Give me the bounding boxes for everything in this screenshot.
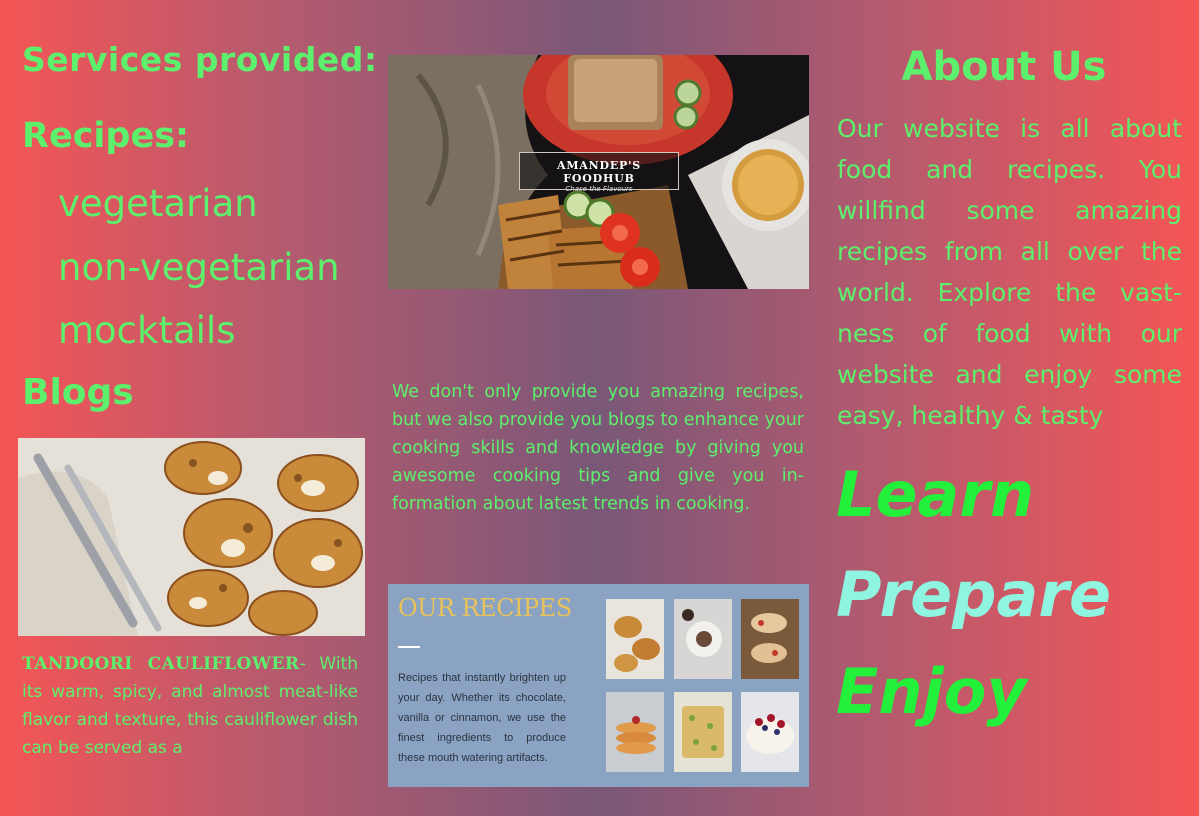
recipe-category-vegetarian: vegetarian bbox=[58, 182, 258, 225]
foodhub-hero-image: AMANDEP'S FOODHUB Chase the Flavours bbox=[388, 55, 809, 289]
our-recipes-banner: OUR RECIPES Recipes that instantly brigh… bbox=[388, 584, 809, 787]
blog-post-title: TANDOORI CAULIFLOWER bbox=[22, 654, 300, 674]
banner-divider bbox=[398, 646, 420, 648]
recipe-thumbnail bbox=[606, 599, 664, 679]
banner-title: OUR RECIPES bbox=[398, 594, 572, 622]
slogan-learn: Learn bbox=[836, 458, 1035, 531]
recipe-category-non-vegetarian: non-vegetarian bbox=[58, 246, 340, 289]
recipe-thumbnail bbox=[741, 692, 799, 772]
about-us-heading: About Us bbox=[901, 44, 1107, 90]
about-us-text: Our website is all about food and recipe… bbox=[837, 114, 1182, 430]
foodhub-logo: AMANDEP'S FOODHUB Chase the Flavours bbox=[519, 152, 679, 193]
logo-tagline: Chase the Flavours bbox=[565, 185, 633, 193]
blog-post-separator: - bbox=[299, 654, 306, 674]
logo-title: AMANDEP'S FOODHUB bbox=[556, 159, 641, 185]
recipes-heading: Recipes: bbox=[22, 116, 190, 156]
blog-excerpt: TANDOORI CAULIFLOWER- With its warm, spi… bbox=[22, 650, 358, 762]
slogan-prepare: Prepare bbox=[836, 558, 1112, 631]
recipe-category-mocktails: mocktails bbox=[58, 309, 236, 352]
blogs-heading: Blogs bbox=[22, 372, 134, 413]
tandoori-cauliflower-image bbox=[18, 438, 365, 636]
recipe-thumbnail bbox=[674, 692, 732, 772]
recipe-thumbnail bbox=[741, 599, 799, 679]
services-heading: Services provided: bbox=[22, 40, 378, 79]
recipe-thumbnail bbox=[606, 692, 664, 772]
blogs-description: We don't only provide you amazing recipe… bbox=[392, 382, 804, 514]
banner-description: Recipes that instantly brighten up your … bbox=[398, 672, 566, 764]
recipe-thumbnail bbox=[674, 599, 732, 679]
slogan-enjoy: Enjoy bbox=[836, 655, 1027, 728]
